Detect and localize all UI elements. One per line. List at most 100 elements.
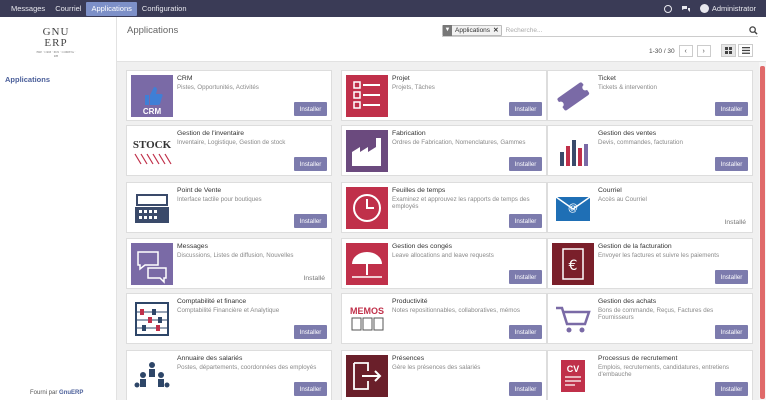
kanban-view-button[interactable] xyxy=(721,44,736,57)
app-description: Postes, départements, coordonnées des em… xyxy=(177,364,317,371)
page-title: Applications xyxy=(127,25,179,36)
app-name: Gestion des congés xyxy=(392,243,453,250)
app-card[interactable]: Ticket Tickets & intervention Installer xyxy=(547,70,753,121)
svg-text:MEMOS: MEMOS xyxy=(350,306,384,316)
search-facet: ▼ Applications ✕ xyxy=(442,24,502,36)
pager-value[interactable]: 1-30 / 30 xyxy=(649,48,675,55)
abacus-icon xyxy=(131,298,173,340)
app-description: Inventaire, Logistique, Gestion de stock xyxy=(177,139,286,146)
app-description: Examinez et approuvez les rapports de te… xyxy=(392,196,530,210)
install-button[interactable]: Installer xyxy=(715,102,748,116)
menu-applications[interactable]: Applications xyxy=(86,1,137,16)
install-button[interactable]: Installer xyxy=(509,382,542,396)
scrollbar[interactable] xyxy=(759,62,766,400)
install-button[interactable]: Installer xyxy=(509,270,542,284)
app-description: Devis, commandes, facturation xyxy=(598,139,683,146)
app-card[interactable]: Point de Vente Interface tactile pour bou… xyxy=(126,182,332,233)
sidebar-item-applications[interactable]: Applications xyxy=(5,75,50,84)
company-logo[interactable]: GNU ERP ERP · CRM · POS · COMPTA · RH xyxy=(36,27,76,59)
app-name: Gestion de la facturation xyxy=(598,243,672,250)
app-card[interactable]: Projet Projets, Tâches Installer xyxy=(341,70,547,121)
attendance-icon xyxy=(346,355,388,397)
app-card[interactable]: CV Processus de recrutement Emplois, recru… xyxy=(547,350,753,400)
install-button[interactable]: Installer xyxy=(715,382,748,396)
app-name: Présences xyxy=(392,355,425,362)
app-card[interactable]: Gestion des ventes Devis, commandes, fact… xyxy=(547,125,753,176)
app-card[interactable]: Comptabilité et finance Comptabilité Fina… xyxy=(126,293,332,344)
app-name: Point de Vente xyxy=(177,187,222,194)
app-card[interactable]: CRM CRM Pistes, Opportunités, Activités Ins… xyxy=(126,70,332,121)
app-description: Leave allocations and leave requests xyxy=(392,252,494,259)
install-button[interactable]: Installer xyxy=(715,325,748,339)
install-button[interactable]: Installer xyxy=(715,270,748,284)
cash-register-icon xyxy=(131,187,173,229)
cv-icon: CV xyxy=(552,355,594,397)
install-button[interactable]: Installer xyxy=(509,325,542,339)
app-name: Comptabilité et finance xyxy=(177,298,247,305)
scrollbar-thumb[interactable] xyxy=(760,66,765,399)
pager-next-button[interactable]: › xyxy=(696,45,711,57)
menu-messages[interactable]: Messages xyxy=(6,2,50,16)
user-menu[interactable]: Administrator xyxy=(699,4,756,13)
app-card[interactable]: Feuilles de temps Examinez et approuvez l… xyxy=(341,182,547,233)
app-name: Processus de recrutement xyxy=(598,355,678,362)
app-card[interactable]: Gestion des achats Bons de commande, Reçu… xyxy=(547,293,753,344)
app-card[interactable]: MEMOS Productivité Notes repositionnables,… xyxy=(341,293,547,344)
menu-configuration[interactable]: Configuration xyxy=(137,2,192,16)
app-card[interactable]: Annuaire des salariés Postes, département… xyxy=(126,350,332,400)
svg-text:CV: CV xyxy=(567,364,580,374)
logo-line2: ERP xyxy=(44,37,68,49)
app-name: Feuilles de temps xyxy=(392,187,446,194)
search-icon[interactable] xyxy=(749,25,758,35)
install-button[interactable]: Installer xyxy=(509,157,542,171)
avatar xyxy=(699,4,709,13)
app-card[interactable]: Gestion des congés Leave allocations and … xyxy=(341,238,547,289)
svg-text:CRM: CRM xyxy=(143,107,162,116)
app-description: Bons de commande, Reçus, Factures des Fo… xyxy=(598,307,714,321)
app-description: Discussions, Listes de diffusion, Nouvel… xyxy=(177,252,294,259)
app-name: Fabrication xyxy=(392,130,426,137)
memos-icon: MEMOS xyxy=(346,298,388,340)
search-input[interactable]: Recherche... xyxy=(506,27,749,34)
install-button[interactable]: Installer xyxy=(715,157,748,171)
help-icon[interactable] xyxy=(663,4,672,13)
app-name: Gestion des ventes xyxy=(598,130,657,137)
installed-label: Installé xyxy=(724,219,746,226)
install-button[interactable]: Installer xyxy=(294,214,327,228)
chat-bubbles-icon[interactable] xyxy=(681,5,691,13)
control-panel: Applications ▼ Applications ✕ Recherche.… xyxy=(117,17,766,62)
install-button[interactable]: Installer xyxy=(509,102,542,116)
app-description: Ordres de Fabrication, Nomenclatures, Ga… xyxy=(392,139,526,146)
menu-courriel[interactable]: Courriel xyxy=(50,2,86,16)
installed-label: Installé xyxy=(303,275,325,282)
project-checklist-icon xyxy=(346,75,388,117)
list-view-button[interactable] xyxy=(738,44,753,57)
user-name: Administrator xyxy=(711,4,756,13)
umbrella-icon xyxy=(346,243,388,285)
people-icon xyxy=(131,355,173,397)
app-card[interactable]: STOCK Gestion de l'inventaire Inventaire, … xyxy=(126,125,332,176)
powered-by-label: Fourni par xyxy=(30,390,58,396)
app-description: Emplois, recrutements, candidatures, ent… xyxy=(598,364,730,378)
app-description: Envoyer les factures et suivre les paiem… xyxy=(598,252,720,259)
install-button[interactable]: Installer xyxy=(294,382,327,396)
filter-icon: ▼ xyxy=(443,24,452,36)
app-name: CRM xyxy=(177,75,193,82)
app-card[interactable]: @ Courriel Accès au Courriel Installé xyxy=(547,182,753,233)
app-card[interactable]: Présences Gère les présences des salariés… xyxy=(341,350,547,400)
app-description: Pistes, Opportunités, Activités xyxy=(177,84,259,91)
facet-remove-icon[interactable]: ✕ xyxy=(493,26,500,34)
install-button[interactable]: Installer xyxy=(294,102,327,116)
svg-text:€: € xyxy=(569,258,578,274)
app-card[interactable]: Messages Discussions, Listes de diffusion… xyxy=(126,238,332,289)
install-button[interactable]: Installer xyxy=(294,157,327,171)
app-card[interactable]: € Gestion de la facturation Envoyer les fa… xyxy=(547,238,753,289)
svg-text:@: @ xyxy=(568,203,578,214)
install-button[interactable]: Installer xyxy=(509,214,542,228)
app-name: Ticket xyxy=(598,75,616,82)
app-name: Annuaire des salariés xyxy=(177,355,243,362)
install-button[interactable]: Installer xyxy=(294,325,327,339)
pager-previous-button[interactable]: ‹ xyxy=(678,45,693,57)
app-card[interactable]: Fabrication Ordres de Fabrication, Nomenc… xyxy=(341,125,547,176)
powered-by-link[interactable]: GnuERP xyxy=(59,390,83,396)
